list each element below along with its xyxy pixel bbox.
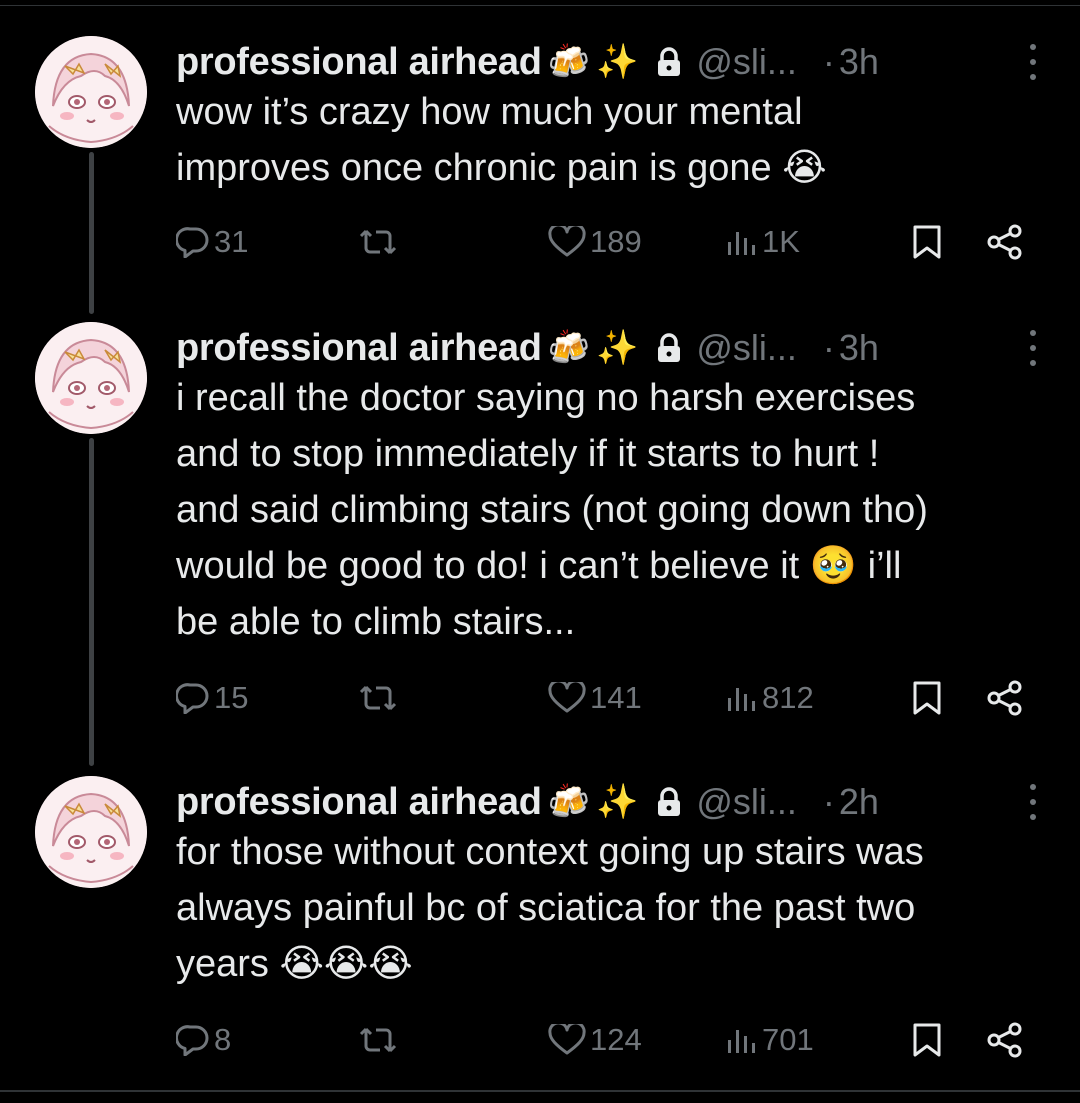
views-icon: [728, 232, 755, 255]
beer-emoji: 🍻: [547, 43, 591, 81]
sparkles-emoji: ✨: [596, 43, 639, 81]
tweet[interactable]: professional airhead 🍻 ✨ @sli... · 2h fo…: [0, 770, 1080, 1070]
tweet-header: professional airhead 🍻 ✨ @sli... · 3h: [176, 36, 1040, 88]
like-count: 124: [590, 1022, 642, 1057]
heart-icon: [548, 682, 586, 713]
bookmark-button[interactable]: [912, 1018, 942, 1062]
separator-dot: ·: [822, 327, 835, 368]
beer-emoji: 🍻: [547, 329, 591, 367]
reply-icon: [176, 1025, 209, 1056]
avatar[interactable]: [35, 322, 147, 434]
tweet-text: wow it’s crazy how much your mental impr…: [176, 91, 827, 189]
reply-icon: [176, 227, 209, 258]
reply-button[interactable]: 31: [176, 220, 248, 264]
reply-count: 15: [214, 680, 249, 715]
reply-button[interactable]: 15: [176, 676, 248, 720]
user-handle[interactable]: @sli...: [696, 327, 797, 369]
views-icon: [728, 688, 755, 711]
beer-emoji: 🍻: [547, 783, 591, 821]
repost-button[interactable]: [358, 1018, 402, 1062]
lock-icon: [656, 47, 682, 77]
views-button[interactable]: 812: [726, 676, 814, 720]
bookmark-button[interactable]: [912, 676, 942, 720]
display-name[interactable]: professional airhead: [176, 41, 542, 84]
reply-icon: [176, 683, 209, 714]
timestamp[interactable]: 2h: [839, 781, 879, 823]
share-button[interactable]: [986, 1018, 1024, 1062]
share-icon: [987, 680, 1022, 716]
sparkles-emoji: ✨: [596, 329, 639, 367]
sparkles-emoji: ✨: [596, 783, 639, 821]
bottom-divider: [0, 1090, 1080, 1092]
views-button[interactable]: 1K: [726, 220, 800, 264]
like-count: 141: [590, 680, 642, 715]
avatar[interactable]: [35, 36, 147, 148]
lock-icon: [656, 333, 682, 363]
top-divider: [0, 5, 1080, 6]
more-icon[interactable]: [1026, 330, 1040, 366]
user-handle[interactable]: @sli...: [696, 781, 797, 823]
like-button[interactable]: 189: [548, 220, 642, 264]
share-icon: [987, 224, 1022, 260]
bookmark-icon: [913, 1023, 941, 1057]
action-bar: 8 124 701: [176, 1018, 1036, 1062]
bookmark-icon: [913, 681, 941, 715]
like-button[interactable]: 141: [548, 676, 642, 720]
repost-button[interactable]: [358, 676, 402, 720]
display-name[interactable]: professional airhead: [176, 781, 542, 824]
reply-count: 31: [214, 224, 249, 259]
heart-icon: [548, 226, 586, 257]
repost-icon: [359, 685, 397, 711]
more-icon[interactable]: [1026, 784, 1040, 820]
tweet[interactable]: professional airhead 🍻 ✨ @sli... · 3h i …: [0, 316, 1080, 736]
views-button[interactable]: 701: [726, 1018, 814, 1062]
action-bar: 31 189 1K: [176, 220, 1036, 264]
avatar[interactable]: [35, 776, 147, 888]
like-count: 189: [590, 224, 642, 259]
views-count: 812: [762, 680, 814, 715]
reply-button[interactable]: 8: [176, 1018, 231, 1062]
repost-icon: [359, 1027, 397, 1053]
tweet-header: professional airhead 🍻 ✨ @sli... · 2h: [176, 776, 1040, 828]
views-count: 701: [762, 1022, 814, 1057]
user-handle[interactable]: @sli...: [696, 41, 797, 83]
like-button[interactable]: 124: [548, 1018, 642, 1062]
views-count: 1K: [762, 224, 800, 259]
repost-button[interactable]: [358, 220, 402, 264]
separator-dot: ·: [822, 41, 835, 82]
display-name[interactable]: professional airhead: [176, 327, 542, 370]
share-button[interactable]: [986, 220, 1024, 264]
repost-icon: [359, 229, 397, 255]
share-icon: [987, 1022, 1022, 1058]
timestamp[interactable]: 3h: [839, 327, 879, 369]
bookmark-button[interactable]: [912, 220, 942, 264]
reply-count: 8: [214, 1022, 232, 1057]
lock-icon: [656, 787, 682, 817]
separator-dot: ·: [822, 781, 835, 822]
tweet[interactable]: professional airhead 🍻 ✨ @sli... · 3h wo…: [0, 30, 1080, 280]
tweet-text: for those without context going up stair…: [176, 831, 924, 985]
share-button[interactable]: [986, 676, 1024, 720]
bookmark-icon: [913, 225, 941, 259]
more-icon[interactable]: [1026, 44, 1040, 80]
views-icon: [728, 1030, 755, 1053]
action-bar: 15 141 812: [176, 676, 1036, 720]
timestamp[interactable]: 3h: [839, 41, 879, 83]
heart-icon: [548, 1024, 586, 1055]
tweet-header: professional airhead 🍻 ✨ @sli... · 3h: [176, 322, 1040, 374]
tweet-text: i recall the doctor saying no harsh exer…: [176, 377, 928, 643]
